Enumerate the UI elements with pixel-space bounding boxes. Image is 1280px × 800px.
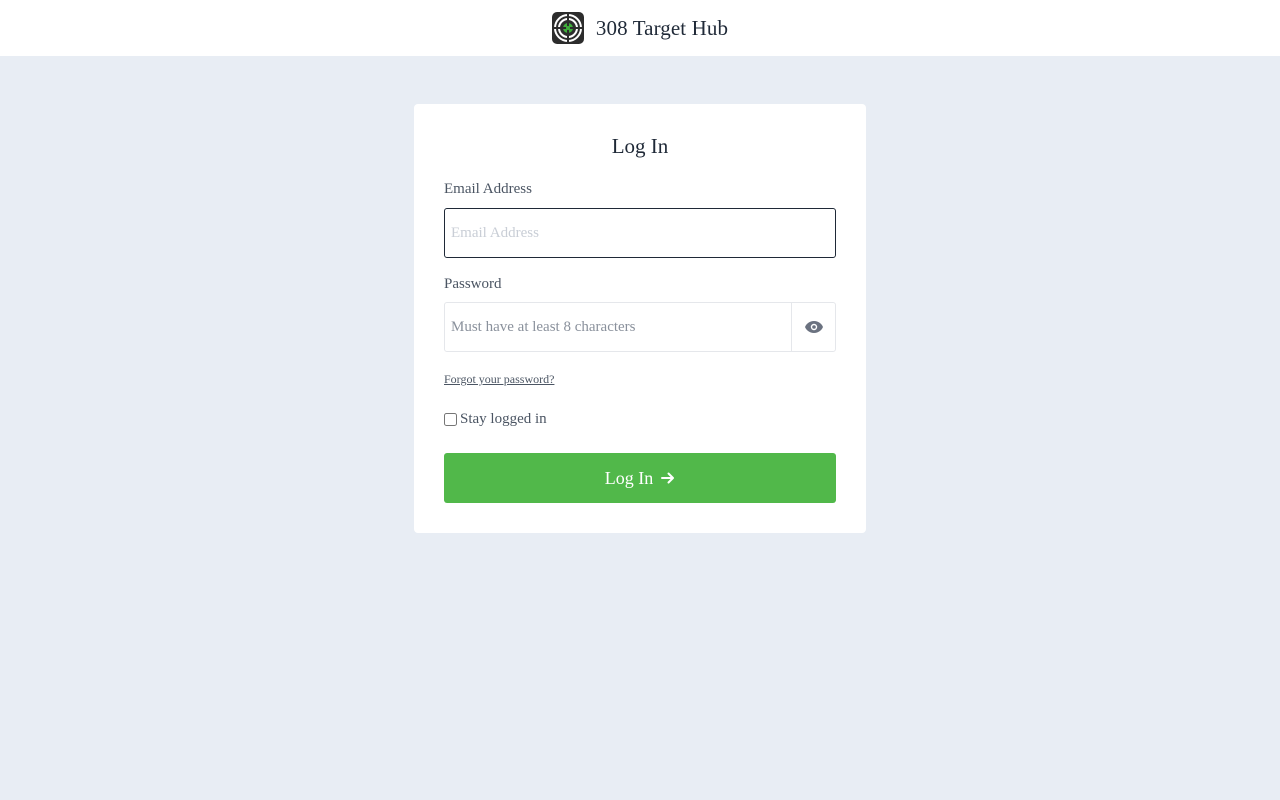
login-button[interactable]: Log In xyxy=(444,453,836,503)
page-title: Log In xyxy=(611,134,669,158)
stay-logged-in-checkbox[interactable] xyxy=(444,412,457,426)
login-button-label: Log In xyxy=(604,467,654,488)
stay-logged-in: Stay logged in xyxy=(444,410,836,428)
password-label: Password xyxy=(444,276,502,292)
top-bar: 308 Target Hub xyxy=(0,0,1280,56)
target-icon xyxy=(551,12,584,44)
email-input[interactable] xyxy=(444,208,836,258)
forgot-password-link[interactable]: Forgot your password? xyxy=(444,372,554,386)
arrow-right-icon xyxy=(661,472,675,484)
password-input[interactable] xyxy=(445,303,791,351)
eye-icon xyxy=(804,321,823,333)
brand-name: 308 Target Hub xyxy=(595,15,729,40)
stay-logged-in-label[interactable]: Stay logged in xyxy=(460,410,547,428)
email-label: Email Address xyxy=(444,181,532,197)
login-card: Log In Email Address Password Forgot you… xyxy=(414,104,866,533)
password-field xyxy=(444,302,836,352)
show-password-button[interactable] xyxy=(791,303,835,351)
